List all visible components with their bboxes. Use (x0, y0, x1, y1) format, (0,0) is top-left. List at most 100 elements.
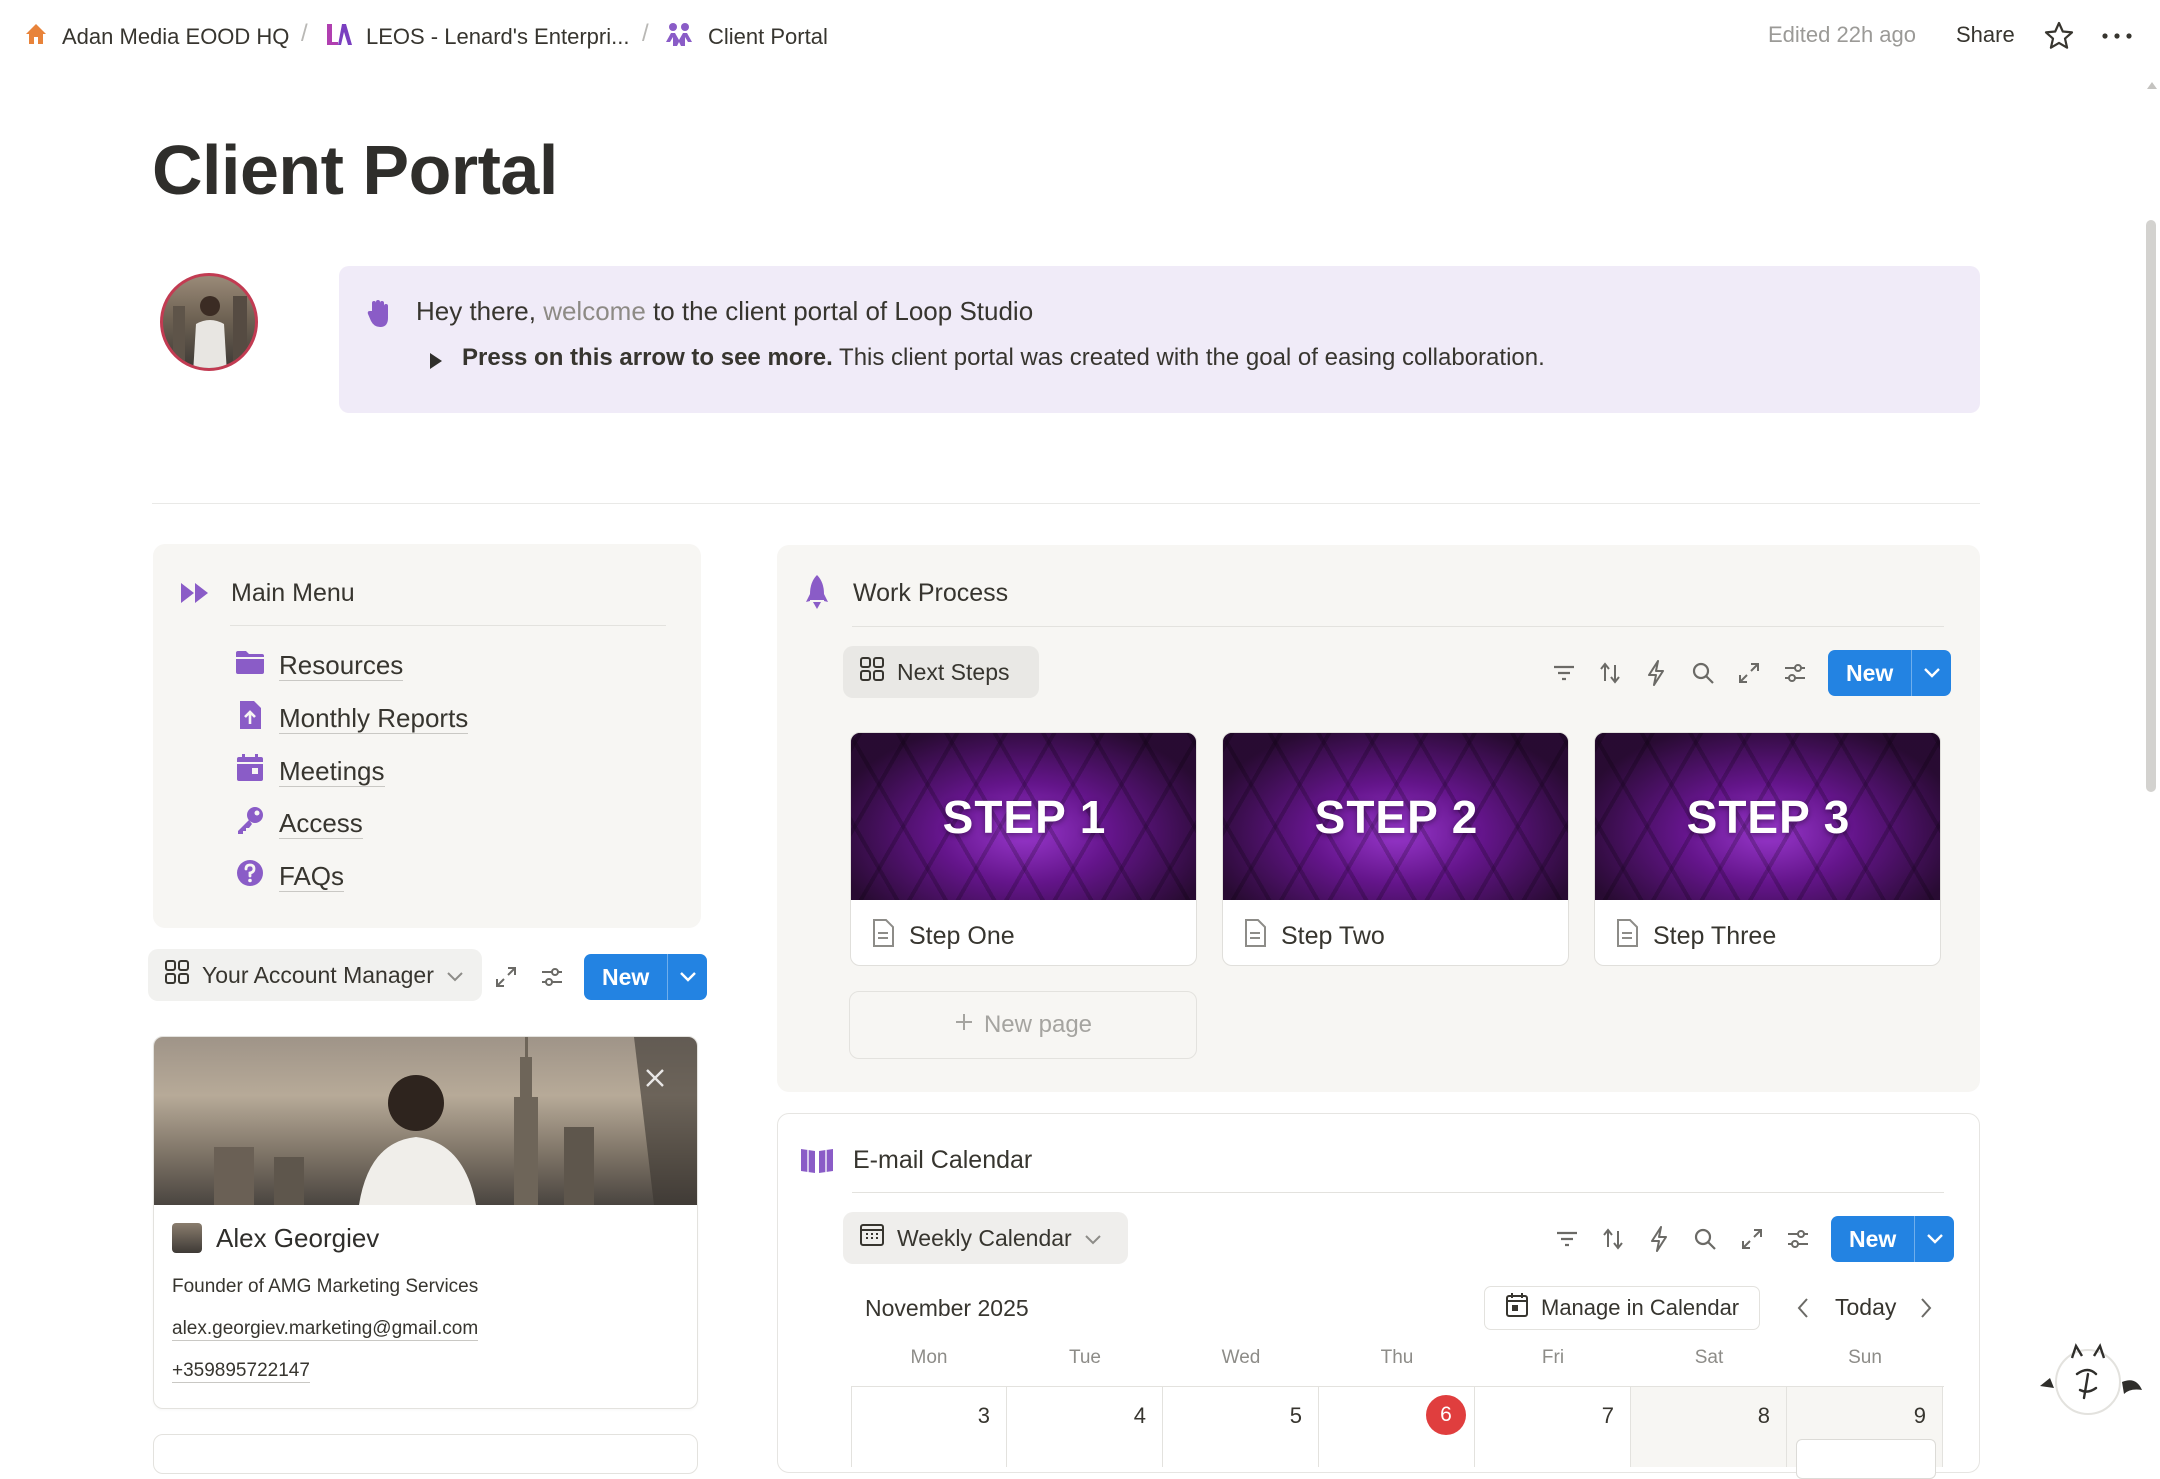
search-icon[interactable] (1688, 658, 1718, 688)
callout-greeting-text: Hey there, (416, 296, 536, 326)
sort-icon[interactable] (1598, 1224, 1628, 1254)
step-image-text: STEP 1 (942, 790, 1107, 843)
chevron-down-icon[interactable] (1911, 650, 1951, 696)
menu-item-label: Meetings (279, 755, 385, 787)
weekday-label: Sun (1848, 1347, 1882, 1368)
chevron-down-icon[interactable] (667, 954, 707, 1000)
expand-icon[interactable] (1737, 1224, 1767, 1254)
calendar-day-cell[interactable]: 7 (1475, 1387, 1631, 1467)
rocket-icon (805, 574, 829, 615)
calendar-day-cell-today[interactable]: 6 (1319, 1387, 1475, 1467)
step-card-one[interactable]: STEP 1 Step One (850, 732, 1197, 966)
calendar-day-number: 5 (1289, 1403, 1302, 1428)
calendar-day-number: 3 (977, 1403, 990, 1428)
menu-divider (230, 625, 666, 626)
today-button[interactable]: Today (1835, 1294, 1896, 1321)
close-icon[interactable] (644, 1067, 666, 1094)
menu-item-label: Monthly Reports (279, 702, 469, 734)
calendar-grid-icon (859, 1222, 885, 1254)
section-divider (152, 503, 1980, 504)
toggle-arrow-icon[interactable] (428, 352, 444, 375)
calendar-day-cell[interactable]: 9 (1787, 1387, 1943, 1479)
chevron-down-icon (446, 962, 464, 989)
share-button[interactable]: Share (1956, 22, 2015, 48)
account-manager-card-next[interactable] (153, 1434, 698, 1474)
settings-sliders-icon[interactable] (537, 962, 567, 992)
automation-bolt-icon[interactable] (1644, 1224, 1674, 1254)
account-manager-phone[interactable]: +359895722147 (172, 1360, 310, 1383)
automation-bolt-icon[interactable] (1641, 658, 1671, 688)
edited-timestamp: Edited 22h ago (1768, 22, 1917, 47)
step-card-two[interactable]: STEP 2 Step Two (1222, 732, 1569, 966)
chevron-left-icon[interactable] (1796, 1297, 1810, 1324)
house-icon (22, 20, 50, 54)
scrollbar-thumb[interactable] (2146, 220, 2156, 792)
weekday-label: Thu (1380, 1347, 1414, 1368)
work-process-divider (852, 626, 1944, 627)
account-manager-card[interactable]: Alex Georgiev Founder of AMG Marketing S… (153, 1036, 698, 1409)
page-icon-avatar[interactable] (160, 273, 258, 371)
chevron-down-icon[interactable] (1914, 1216, 1954, 1262)
filter-icon[interactable] (1552, 1224, 1582, 1254)
calendar-day-cell[interactable]: 8 (1631, 1387, 1787, 1467)
sort-icon[interactable] (1595, 658, 1625, 688)
weekly-calendar-view-tab[interactable]: Weekly Calendar (843, 1212, 1128, 1264)
step-title-row: Step Three (1615, 919, 1776, 954)
menu-item-monthly-reports[interactable]: Monthly Reports (235, 699, 469, 737)
weekday-label: Sat (1694, 1347, 1724, 1368)
weekday-label: Tue (1068, 1347, 1102, 1368)
new-page-button[interactable]: New page (849, 991, 1197, 1059)
breadcrumb-separator: / (301, 20, 308, 47)
account-manager-name: Alex Georgiev (216, 1223, 380, 1253)
next-steps-view-tab[interactable]: Next Steps (843, 646, 1039, 698)
expand-icon[interactable] (491, 962, 521, 992)
filter-icon[interactable] (1549, 658, 1579, 688)
account-manager-view-tab[interactable]: Your Account Manager (148, 949, 482, 1001)
breadcrumb-item-hq[interactable]: Adan Media EOOD HQ (22, 20, 289, 54)
account-manager-role: Founder of AMG Marketing Services (172, 1276, 479, 1297)
settings-sliders-icon[interactable] (1780, 658, 1810, 688)
account-manager-email[interactable]: alex.georgiev.marketing@gmail.com (172, 1318, 479, 1341)
account-manager-new-button[interactable]: New (584, 954, 708, 1000)
calendar-day-cell[interactable]: 5 (1163, 1387, 1319, 1467)
settings-sliders-icon[interactable] (1783, 1224, 1813, 1254)
manage-label: Manage in Calendar (1541, 1295, 1740, 1320)
breadcrumb-item-client-portal[interactable]: Client Portal (662, 20, 828, 54)
manage-in-calendar-button[interactable]: Manage in Calendar (1484, 1286, 1761, 1330)
people-icon (662, 20, 696, 54)
chevron-right-icon[interactable] (1919, 1297, 1933, 1324)
search-icon[interactable] (1690, 1224, 1720, 1254)
expand-icon[interactable] (1734, 658, 1764, 688)
step-cover-image: STEP 2 (1223, 733, 1568, 900)
view-label: Next Steps (897, 658, 1010, 685)
email-calendar-new-button[interactable]: New (1831, 1216, 1955, 1262)
callout-toggle-text[interactable]: Press on this arrow to see more. This cl… (462, 344, 1545, 372)
fast-forward-icon (180, 582, 210, 609)
view-label: Your Account Manager (202, 961, 434, 988)
chevron-down-icon (1084, 1225, 1102, 1252)
menu-item-label: Access (279, 807, 363, 839)
calendar-day-cell[interactable]: 4 (1007, 1387, 1163, 1467)
menu-item-faqs[interactable]: FAQs (235, 857, 345, 895)
menu-item-resources[interactable]: Resources (235, 646, 404, 684)
plus-icon (954, 1011, 974, 1039)
page-document-icon (1243, 919, 1267, 954)
folder-icon (235, 649, 265, 682)
callout-greeting-rest: to the client portal of Loop Studio (653, 296, 1034, 326)
calendar-day-cell[interactable]: 3 (851, 1387, 1007, 1467)
work-process-new-button[interactable]: New (1828, 650, 1952, 696)
breadcrumb-item-leos[interactable]: LEOS - Lenard's Enterpri... (324, 20, 629, 54)
more-options-icon[interactable] (2100, 22, 2134, 55)
step-title: Step One (909, 922, 1015, 950)
gallery-grid-icon (164, 959, 190, 991)
menu-item-access[interactable]: Access (235, 804, 363, 842)
favorite-star-icon[interactable] (2043, 20, 2075, 57)
work-process-title: Work Process (853, 579, 1009, 607)
calendar-today-badge: 6 (1426, 1395, 1466, 1435)
calendar-event-chip[interactable] (1796, 1439, 1936, 1479)
menu-item-meetings[interactable]: Meetings (235, 752, 385, 790)
step-card-three[interactable]: STEP 3 Step Three (1594, 732, 1941, 966)
help-mascot-button[interactable] (2032, 1336, 2144, 1428)
new-button-label: New (1846, 659, 1894, 686)
step-image-text: STEP 3 (1686, 790, 1851, 843)
